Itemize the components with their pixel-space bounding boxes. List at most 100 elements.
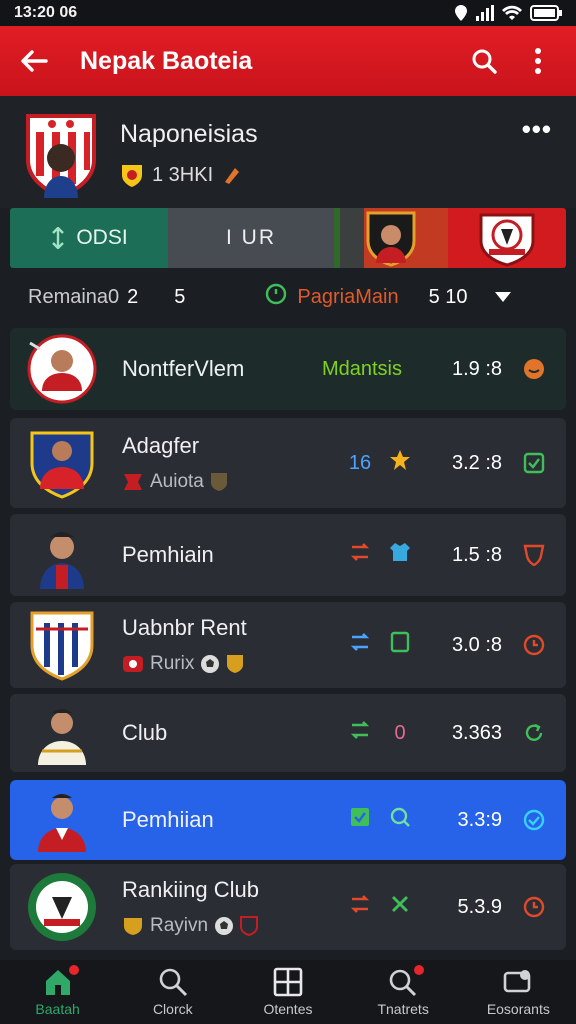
banner-opponent-segment: [448, 208, 566, 268]
list-item[interactable]: Adagfer Auiota 16 3.2 :8: [10, 418, 566, 508]
arrow-up-down-icon: [52, 227, 65, 249]
nav-label: Clorck: [152, 1001, 193, 1017]
player-avatar: [30, 431, 94, 499]
banner-left-segment[interactable]: ODSI: [10, 208, 168, 268]
mini-badge-icon: [122, 165, 142, 187]
clock-icon: [510, 634, 558, 656]
row-meta: 3.0 :8: [342, 631, 566, 659]
filter-count-2: 5: [174, 285, 186, 308]
app-bar: Nepak Baoteia: [0, 26, 576, 96]
player-avatar: [38, 794, 86, 852]
notification-dot: [68, 965, 79, 975]
close-icon: [382, 893, 418, 921]
shield-icon: [240, 916, 259, 936]
row-meta: 1.5 :8: [342, 541, 566, 569]
row-body: Club: [122, 720, 342, 746]
list-item-selected[interactable]: Pemhiian 3.3:9: [10, 780, 566, 860]
status-dot-icon: [510, 358, 558, 380]
check-square-icon: [382, 631, 418, 659]
row-sub: Rurix: [122, 653, 342, 675]
nav-settings[interactable]: Eosorants: [463, 967, 573, 1017]
filter-label: Remaina0: [28, 285, 120, 308]
chevron-down-icon[interactable]: [494, 286, 512, 309]
row-body: NontferVlem: [122, 356, 322, 382]
nav-label: Tnatrets: [377, 1001, 429, 1017]
match-banner: ODSI I UR: [10, 208, 566, 268]
check-square-icon: [510, 452, 558, 474]
player-avatar: [38, 709, 86, 765]
status-time: 13:20 06: [14, 4, 78, 21]
soccer-ball-icon: [201, 655, 220, 673]
shield-icon: [227, 655, 244, 673]
row-name: Adagfer: [122, 433, 200, 458]
banner-mid-segment[interactable]: I UR: [168, 208, 334, 268]
row-tag: Mdantsis: [321, 357, 402, 380]
nav-grid[interactable]: Otentes: [233, 967, 343, 1017]
team-info: Naponeisias 1 3HKI: [120, 120, 522, 187]
list-item[interactable]: Uabnbr Rent Rurix 3.0 :8: [10, 602, 566, 688]
row-rank: 16: [348, 451, 372, 474]
team-sub-label: 1 3HKI: [152, 163, 214, 186]
row-score: 5.3.9: [457, 895, 502, 918]
team-name: Naponeisias: [120, 120, 258, 148]
clock-icon: [510, 896, 558, 918]
clock-icon: [265, 283, 287, 311]
row-score: 3.2 :8: [451, 451, 502, 474]
row-meta: 5.3.9: [342, 893, 566, 921]
opponent-crest-icon: [479, 213, 535, 267]
list-item[interactable]: Pemhiain 1.5 :8: [10, 514, 566, 596]
swap-icon: [342, 541, 378, 569]
nav-search[interactable]: Clorck: [118, 967, 228, 1017]
status-icons: [454, 5, 562, 21]
back-button[interactable]: [18, 41, 50, 81]
page-title: Nepak Baoteia: [80, 46, 253, 75]
search-button[interactable]: [464, 41, 504, 81]
row-body: Adagfer Auiota: [122, 433, 342, 493]
row-meta: 16 3.2 :8: [342, 449, 566, 477]
nav-label: Eosorants: [486, 1001, 550, 1017]
league-filter[interactable]: PagriaMain: [297, 286, 398, 309]
range-filter[interactable]: 5 10: [429, 286, 468, 309]
list-item[interactable]: Rankiing Club Rayivn 5.3.9: [10, 864, 566, 950]
wifi-icon: [502, 5, 522, 20]
filter-row: Remaina0 2 5 PagriaMain 5 10: [0, 268, 576, 326]
row-sub-label: Rurix: [150, 653, 195, 674]
row-count: 0: [394, 721, 406, 744]
banner-left-label: ODSI: [76, 226, 128, 249]
row-name: Pemhiain: [122, 542, 214, 567]
more-horizontal-icon[interactable]: •••: [522, 114, 552, 145]
row-score: 3.363: [451, 721, 502, 744]
row-score: 3.0 :8: [451, 633, 502, 656]
club-badge-icon: [124, 918, 142, 935]
list-item[interactable]: NontferVlem Mdantsis 1.9 :8: [10, 328, 566, 410]
star-icon: [382, 449, 418, 477]
check-circle-icon: [510, 809, 558, 831]
team-crest: [26, 114, 96, 198]
nav-label: Otentes: [263, 1001, 313, 1017]
list-item[interactable]: Club 0 3.363: [10, 694, 566, 772]
soccer-ball-icon: [215, 917, 234, 935]
row-score: 1.9 :8: [451, 357, 502, 380]
device-icon: [503, 967, 533, 997]
row-name: Club: [122, 720, 168, 745]
nav-discover[interactable]: Tnatrets: [348, 965, 458, 1017]
refresh-icon: [510, 722, 558, 744]
nav-home[interactable]: Baatah: [3, 965, 113, 1017]
club-badge-icon: [123, 656, 143, 672]
shield-icon: [210, 473, 227, 491]
home-icon: [43, 965, 79, 997]
row-name: Rankiing Club: [122, 877, 259, 902]
overflow-menu-button[interactable]: [518, 41, 558, 81]
notification-dot: [414, 965, 425, 975]
flame-icon: [225, 168, 240, 184]
club-crest: [30, 611, 94, 681]
row-meta: 3.3:9: [342, 806, 566, 834]
row-body: Pemhiain: [122, 542, 342, 568]
swap-icon: [342, 893, 378, 921]
banner-player-segment: [334, 208, 448, 268]
player-crest-icon: [366, 211, 416, 267]
row-sub: Auiota: [122, 471, 342, 493]
bottom-nav: Baatah Clorck Otentes Tnatrets Eosorants: [0, 960, 576, 1024]
row-sub-label: Rayivn: [150, 915, 209, 936]
more-vertical-icon: [535, 48, 541, 74]
